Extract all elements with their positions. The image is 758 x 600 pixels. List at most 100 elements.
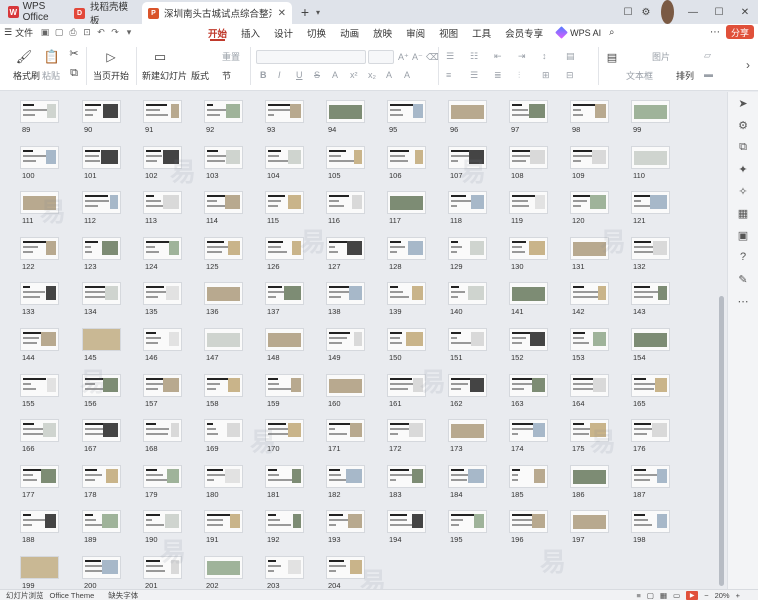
ribbon-tab-8[interactable]: 工具 [472,24,491,41]
slide-thumbnail[interactable] [449,420,486,442]
slide-thumbnail[interactable] [388,420,425,442]
slide-thumbnail[interactable] [205,420,242,442]
slide-thumbnail[interactable] [327,374,364,396]
layout-button[interactable]: 版式 [191,69,209,82]
slide-thumbnail[interactable] [449,465,486,487]
undo-icon[interactable]: ↶ [94,27,108,38]
new-slide-button[interactable]: 新建幻灯片 [142,69,187,82]
shrink-font-icon[interactable]: A⁻ [412,52,423,63]
ribbon-expand-icon[interactable]: › [746,58,750,72]
paragraph-icon-11[interactable]: ⊟ [566,70,574,81]
slide-thumbnail[interactable] [144,237,181,259]
paste-button[interactable]: 粘贴 [42,69,60,82]
font-name-input[interactable] [256,50,366,64]
slide-thumbnail[interactable] [510,374,547,396]
tab-docer-templates[interactable]: D 找稻壳模板 [68,2,142,27]
zoom-in-icon[interactable]: + [736,591,740,600]
tab-close-icon[interactable]: ✕ [278,8,286,19]
format-painter-button[interactable]: 格式刷 [13,69,40,82]
slide-thumbnail[interactable] [266,511,303,533]
slide-thumbnail[interactable] [388,465,425,487]
edit-icon[interactable]: ✎ [736,272,750,286]
ribbon-tab-1[interactable]: 插入 [241,24,260,41]
missing-font-button[interactable]: 缺失字体 [108,590,138,600]
slide-thumbnail[interactable] [388,329,425,350]
slide-thumbnail[interactable] [571,511,608,533]
slide-thumbnail[interactable] [21,237,58,259]
wps-ai-button[interactable]: WPS AI [555,26,601,39]
slide-thumbnail[interactable] [632,237,669,259]
ribbon-tab-3[interactable]: 切换 [307,24,326,41]
slide-thumbnail[interactable] [327,101,364,122]
shape-style-icon[interactable]: ▱ [704,50,711,61]
slide-thumbnail[interactable] [21,374,58,396]
normal-view-icon[interactable]: ▢ [647,591,654,600]
paragraph-icon-2[interactable]: ⇤ [494,51,502,62]
slide-thumbnail[interactable] [327,192,364,214]
slide-thumbnail[interactable] [327,146,364,168]
slide-thumbnail[interactable] [571,237,608,259]
slide-thumbnail[interactable] [266,557,303,578]
preview-icon[interactable]: ⊡ [80,27,94,38]
play-from-current-button[interactable]: 当页开始 [93,69,129,82]
slideshow-button[interactable]: ▶ [686,591,699,600]
search-icon[interactable]: ⌕ [609,24,614,41]
slide-thumbnail[interactable] [632,329,669,350]
slide-thumbnail[interactable] [510,329,547,350]
clear-format-icon[interactable]: ⌫ [426,52,439,63]
paragraph-icon-6[interactable]: ≡ [446,70,451,80]
format-glyph-0[interactable]: B [260,70,267,80]
slide-thumbnail[interactable] [266,420,303,442]
format-glyph-1[interactable]: I [278,70,281,80]
chevron-down-icon[interactable]: ▾ [122,27,136,38]
slide-thumbnail[interactable] [571,101,608,122]
slide-thumbnail[interactable] [449,329,486,350]
font-size-input[interactable] [368,50,394,64]
slide-thumbnail[interactable] [266,101,303,122]
ribbon-tab-0[interactable]: 开始 [208,24,227,41]
slide-thumbnail[interactable] [632,192,669,214]
slide-thumbnail[interactable] [510,146,547,168]
slide-thumbnail[interactable] [144,192,181,214]
format-glyph-2[interactable]: U [296,70,303,80]
cursor-icon[interactable]: ➤ [736,96,750,110]
paragraph-icon-7[interactable]: ☰ [470,70,478,81]
slide-thumbnail[interactable] [388,283,425,305]
format-glyph-8[interactable]: A [404,70,410,80]
slide-thumbnail[interactable] [388,146,425,168]
slide-thumbnail[interactable] [83,420,120,442]
slide-thumbnail[interactable] [571,329,608,350]
maximize-button[interactable]: ☐ [706,0,732,24]
slide-thumbnail[interactable] [571,374,608,396]
slide-thumbnail[interactable] [83,465,120,487]
play-icon[interactable]: ▷ [103,49,119,65]
ribbon-tab-4[interactable]: 动画 [340,24,359,41]
slide-thumbnail[interactable] [632,283,669,305]
slide-thumbnail[interactable] [510,101,547,122]
slide-thumbnail[interactable] [205,374,242,396]
slide-thumbnail[interactable] [449,237,486,259]
layout-icon[interactable]: ▦ [736,206,750,220]
paragraph-icon-0[interactable]: ☰ [446,51,454,62]
file-menu[interactable]: ☰ 文件 [0,26,34,39]
settings-icon[interactable]: ⚙ [637,0,655,24]
slide-thumbnail[interactable] [327,557,364,578]
slide-thumbnail[interactable] [205,557,242,578]
slide-thumbnail[interactable] [449,374,486,396]
slide-thumbnail[interactable] [21,192,58,214]
minimize-button[interactable]: — [680,0,706,24]
format-glyph-7[interactable]: A [386,70,392,80]
slide-thumbnail[interactable] [83,192,120,214]
slide-thumbnail[interactable] [266,283,303,305]
paragraph-icon-3[interactable]: ⇥ [518,51,526,62]
ribbon-tab-7[interactable]: 视图 [439,24,458,41]
slide-thumbnail[interactable] [21,283,58,305]
more-icon[interactable]: ⋯ [736,294,750,308]
slide-thumbnail[interactable] [327,465,364,487]
paragraph-icon-4[interactable]: ↕ [542,51,547,61]
paragraph-icon-8[interactable]: ≣ [494,70,502,81]
slide-thumbnail[interactable] [327,237,364,259]
slide-thumbnail[interactable] [449,192,486,214]
slide-thumbnail[interactable] [632,146,669,168]
slide-thumbnail[interactable] [327,329,364,350]
